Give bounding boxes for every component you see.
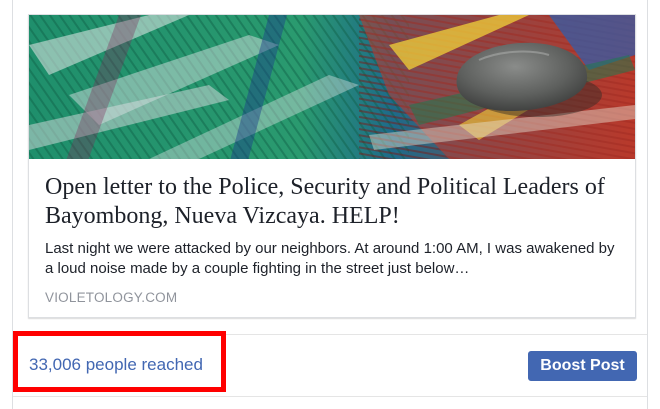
- bottom-divider: [13, 396, 647, 397]
- link-preview-card[interactable]: Open letter to the Police, Security and …: [28, 14, 636, 318]
- link-preview-domain: VIOLETOLOGY.COM: [45, 290, 178, 305]
- boost-post-button[interactable]: Boost Post: [528, 351, 637, 381]
- link-preview-description: Last night we were attacked by our neigh…: [45, 240, 615, 277]
- facebook-post: Open letter to the Police, Security and …: [12, 0, 648, 409]
- people-reached-link[interactable]: 33,006 people reached: [29, 355, 203, 375]
- link-preview-title[interactable]: Open letter to the Police, Security and …: [45, 173, 625, 231]
- link-preview-image[interactable]: [29, 15, 635, 159]
